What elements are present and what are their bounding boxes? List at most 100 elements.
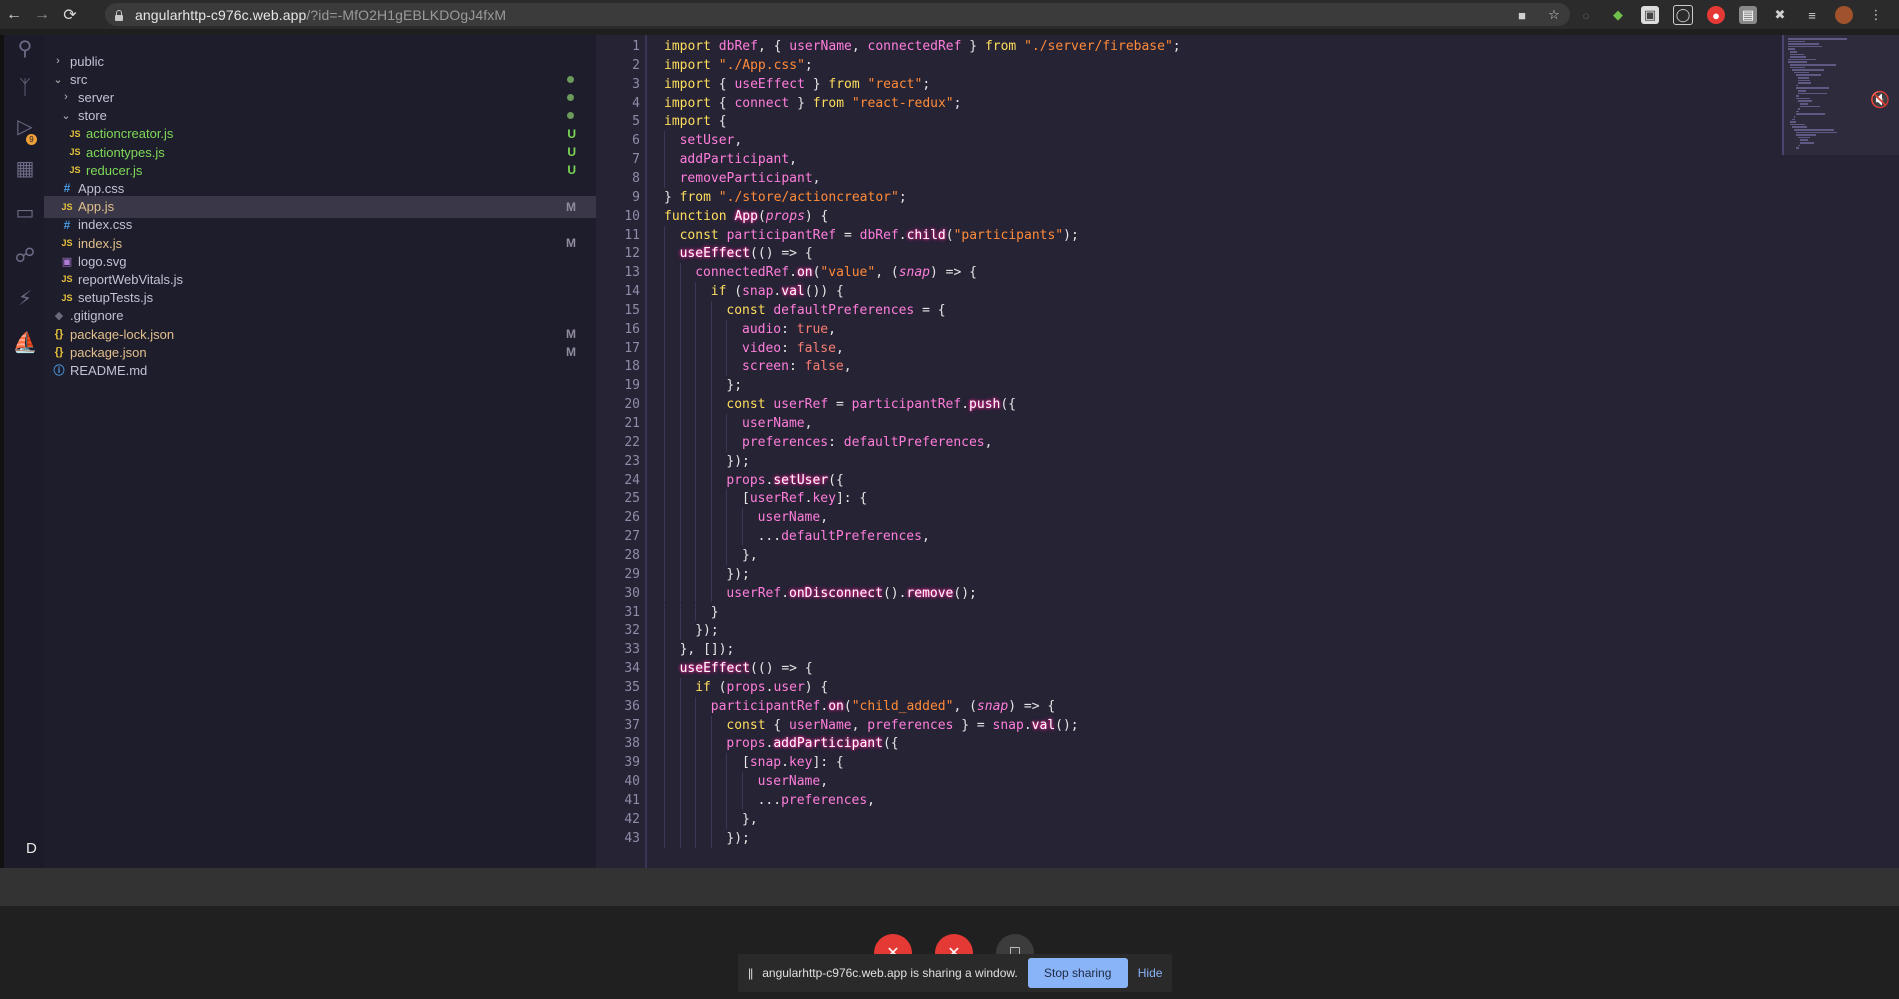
minimap-line [1796, 131, 1837, 134]
source-control-icon[interactable]: ᛉ [12, 75, 38, 101]
extension-c-icon[interactable]: ▣ [1641, 6, 1659, 24]
code-line[interactable]: useEffect(() => { [680, 244, 813, 263]
code-token: preferences [867, 717, 954, 733]
code-editor[interactable]: 1 2 3 4 5 6 7 8 9 10 11 12 13 14 15 16 17 18 19 20 21 22 23 24 2… [596, 35, 1899, 868]
code-line[interactable]: const participantRef = dbRef.child("part… [680, 226, 1079, 245]
code-line[interactable]: }); [726, 452, 749, 471]
code-line[interactable]: }, [742, 810, 758, 829]
code-line[interactable]: const defaultPreferences = { [726, 301, 945, 320]
search-icon[interactable]: ⚲ [12, 35, 38, 61]
extension-d-icon[interactable]: ◯ [1673, 5, 1693, 25]
code-line[interactable]: [userRef.key]: { [742, 489, 867, 508]
code-token: [ [742, 491, 750, 507]
remote-explorer-icon[interactable]: ▭ [12, 199, 38, 225]
code-line[interactable]: ...defaultPreferences, [758, 527, 930, 546]
code-token: audio [742, 321, 782, 337]
hide-button[interactable]: Hide [1138, 966, 1163, 980]
forward-button[interactable]: → [28, 0, 56, 29]
code-line[interactable]: import "./App.css"; [664, 56, 813, 75]
indent-guide [742, 527, 743, 546]
url-text[interactable]: angularhttp-c976c.web.app/?id=-MfO2H1gEB… [135, 7, 506, 23]
avatar[interactable] [1835, 6, 1853, 24]
extension-f-icon[interactable]: ▤ [1739, 6, 1757, 24]
code-token: screen [742, 359, 789, 375]
code-line[interactable]: participantRef.on("child_added", (snap) … [711, 697, 1055, 716]
indent-guide [695, 508, 697, 528]
explorer-item[interactable]: ⓘ README.md [44, 359, 596, 381]
address-bar[interactable]: angularhttp-c976c.web.app/?id=-MfO2H1gEB… [105, 3, 1570, 26]
minimap[interactable] [1782, 35, 1899, 868]
code-line[interactable]: video: false, [742, 339, 844, 358]
code-line[interactable]: props.addParticipant({ [726, 734, 898, 753]
code-line[interactable]: if (snap.val()) { [711, 282, 844, 301]
indent-guide [664, 357, 665, 377]
reading-list-icon[interactable]: ≡ [1803, 6, 1821, 24]
run-debug-icon[interactable]: ▷ [12, 113, 38, 139]
code-line[interactable]: useEffect(() => { [680, 659, 813, 678]
code-line[interactable]: }, [742, 546, 758, 565]
code-line[interactable]: props.setUser({ [726, 471, 843, 490]
git-graph-icon[interactable]: ☍ [12, 242, 38, 268]
camera-icon[interactable]: ■ [1513, 6, 1531, 24]
minimap-line [1798, 77, 1809, 79]
extension-a-icon[interactable]: ○ [1577, 6, 1595, 24]
code-line[interactable]: userName, [758, 772, 828, 791]
code-line[interactable]: const userRef = participantRef.push({ [726, 395, 1016, 414]
js-file-icon: JS [61, 201, 73, 212]
menu-icon[interactable]: ⋮ [1867, 6, 1885, 24]
code-line[interactable]: import dbRef, { userName, connectedRef }… [664, 37, 1181, 56]
code-line[interactable]: import { [664, 112, 727, 131]
extension-b-icon[interactable]: ◆ [1609, 6, 1627, 24]
code-line[interactable]: userName, [742, 414, 812, 433]
line-number: 11 [624, 227, 640, 243]
url-path: /?id=-MfO2H1gEBLKDOgJ4fxM [306, 6, 507, 23]
code-line[interactable]: screen: false, [742, 357, 852, 376]
code-line[interactable]: }, []); [680, 640, 735, 659]
star-icon[interactable]: ☆ [1545, 6, 1563, 24]
code-line[interactable]: }; [726, 376, 742, 395]
back-button[interactable]: ← [0, 0, 28, 29]
code-line[interactable]: setUser, [680, 131, 743, 150]
code-line[interactable]: function App(props) { [664, 207, 828, 226]
line-number: 16 [624, 321, 640, 337]
puzzle-icon[interactable]: ✖ [1771, 6, 1789, 24]
extension-e-icon[interactable]: ● [1707, 6, 1725, 24]
extensions-icon[interactable]: ▦ [12, 155, 38, 181]
account-letter[interactable]: D [26, 840, 37, 857]
code-token: props [726, 679, 766, 695]
code-line[interactable]: } [711, 603, 719, 622]
code-line[interactable]: if (props.user) { [695, 678, 828, 697]
code-line[interactable]: } from "./store/actioncreator"; [664, 188, 907, 207]
code-line[interactable]: [snap.key]: { [742, 753, 844, 772]
code-line[interactable]: addParticipant, [680, 150, 797, 169]
code-token: ); [1063, 227, 1079, 243]
indent-guide [679, 376, 681, 396]
indent-guide [679, 489, 681, 509]
docker-icon[interactable]: ⛵ [12, 329, 38, 355]
code-line[interactable]: import { useEffect } from "react"; [664, 75, 930, 94]
reload-button[interactable]: ⟳ [56, 0, 84, 29]
code-line[interactable]: userRef.onDisconnect().remove(); [726, 584, 976, 603]
indent-guide [726, 772, 728, 791]
code-line[interactable]: connectedRef.on("value", (snap) => { [695, 263, 977, 282]
code-line[interactable]: const { userName, preferences } = snap.v… [726, 716, 1078, 735]
code-line[interactable]: }); [726, 829, 749, 848]
code-token: (). [882, 585, 907, 601]
code-token: snap [976, 698, 1009, 714]
indent-guide [679, 338, 681, 358]
code-line[interactable]: preferences: defaultPreferences, [742, 433, 992, 452]
code-line[interactable]: audio: true, [742, 320, 836, 339]
code-token: user [773, 679, 805, 695]
code-area[interactable]: import dbRef, { userName, connectedRef }… [664, 35, 1764, 868]
code-line[interactable]: ...preferences, [758, 791, 875, 810]
lightning-icon[interactable]: ⚡ [12, 285, 38, 311]
arrow-right-icon: → [34, 5, 50, 23]
code-line[interactable]: }); [726, 565, 749, 584]
code-token: userRef [726, 585, 782, 601]
indent-guide [695, 696, 697, 716]
code-line[interactable]: userName, [758, 508, 828, 527]
code-line[interactable]: }); [695, 621, 718, 640]
stop-sharing-button[interactable]: Stop sharing [1027, 958, 1128, 988]
code-line[interactable]: import { connect } from "react-redux"; [664, 94, 961, 113]
code-line[interactable]: removeParticipant, [680, 169, 821, 188]
